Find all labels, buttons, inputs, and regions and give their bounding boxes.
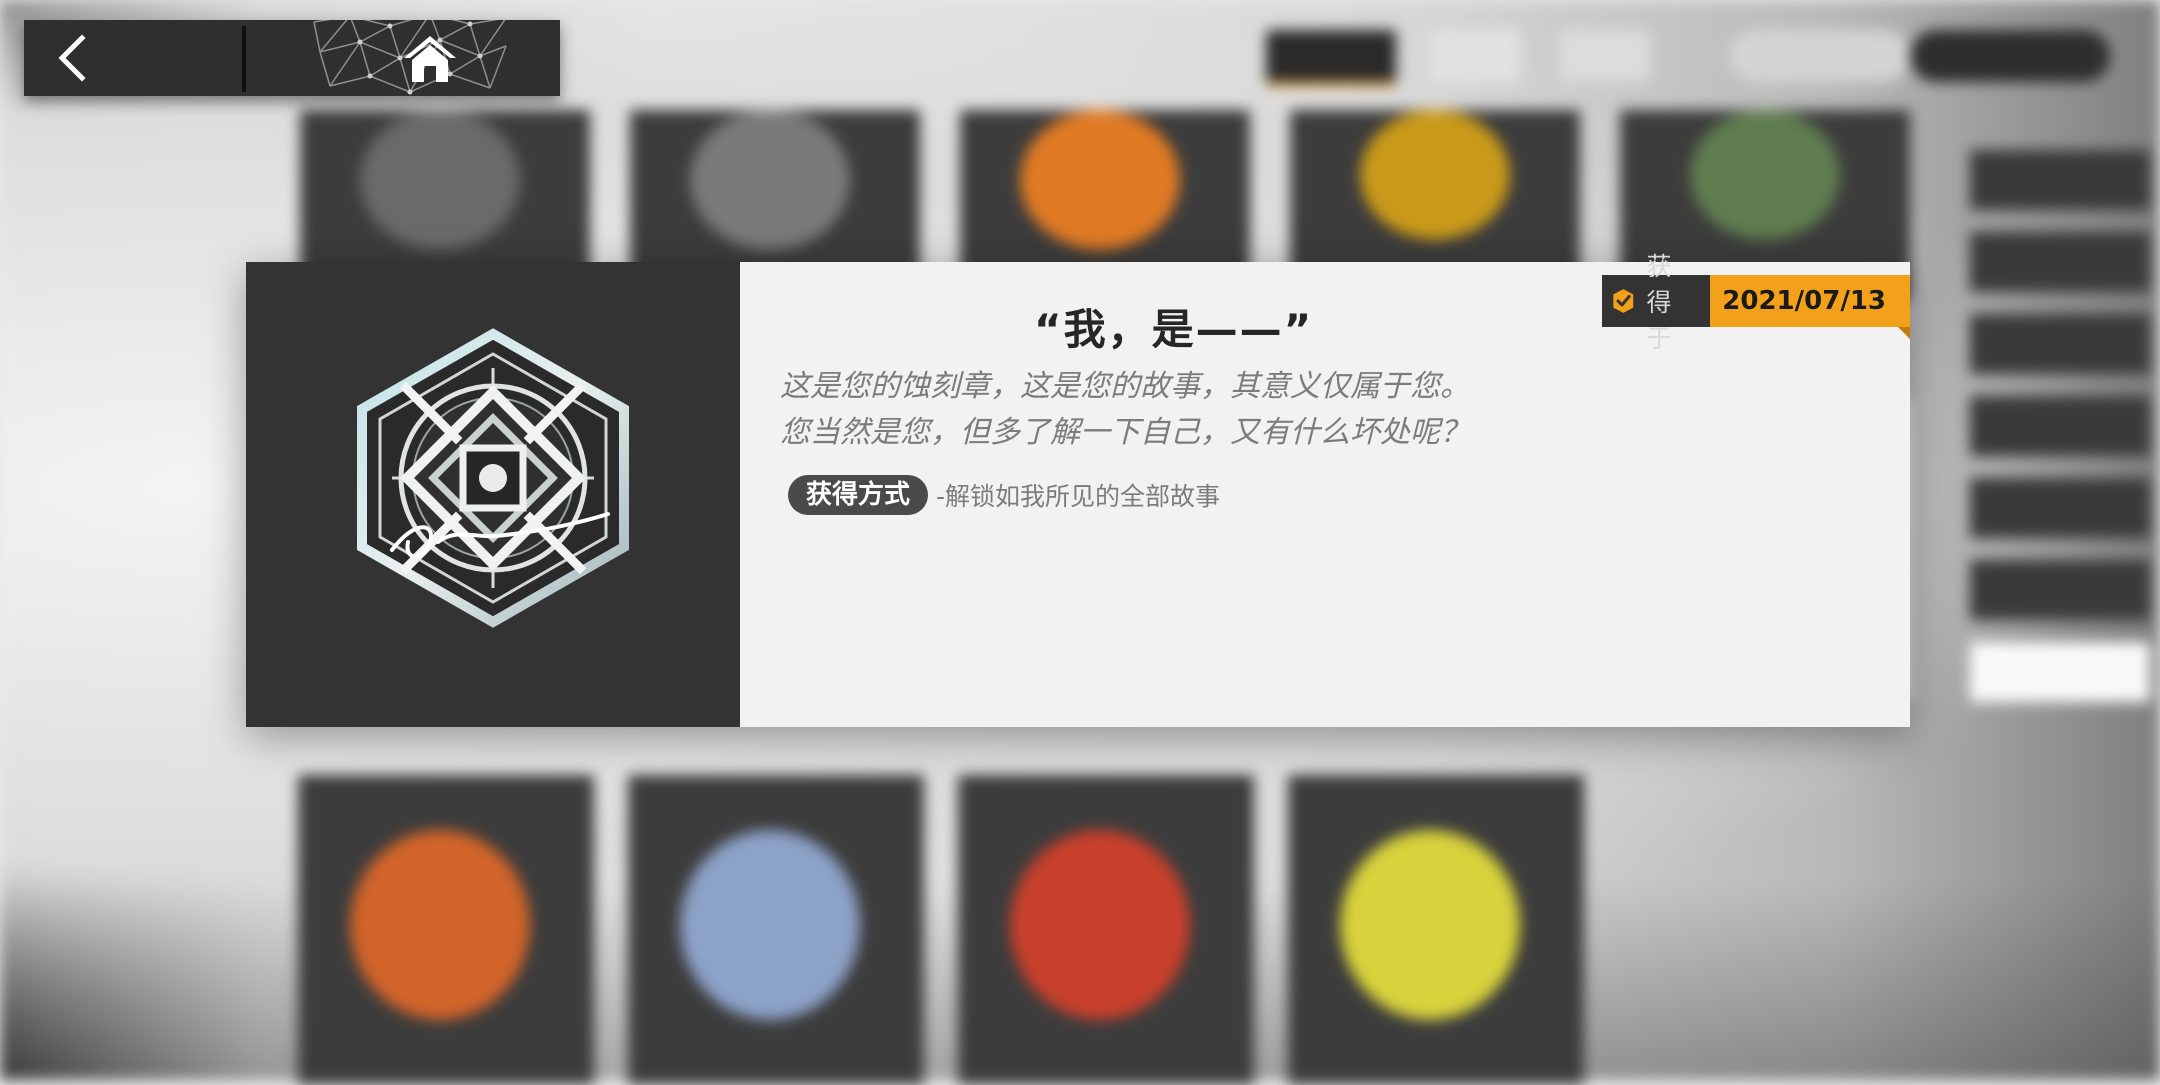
bg-emblem-11 (1340, 830, 1520, 1020)
obtain-method-text: -解锁如我所见的全部故事 (936, 482, 1221, 511)
badge-detail-panel: “我，是——” 这是您的蚀刻章，这是您的故事，其意义仅属于您。 您当然是您，但多… (246, 252, 1910, 727)
bg-filter-1 (1970, 150, 2150, 210)
bg-filter-3 (1970, 314, 2150, 374)
bg-emblem-10 (1010, 830, 1190, 1020)
bg-sort (1910, 30, 2110, 82)
home-button[interactable] (264, 20, 560, 96)
badge-description-line: 这是您的蚀刻章，这是您的故事，其意义仅属于您。 (780, 369, 1470, 404)
obtain-method-row: 获得方式 -解锁如我所见的全部故事 (788, 474, 1220, 516)
bg-emblem-9 (680, 830, 860, 1020)
bg-tab-3 (1560, 30, 1650, 82)
acquired-label: 获得于 (1646, 252, 1672, 353)
acquired-date: 2021/07/13 (1710, 275, 1910, 327)
bg-filter-4 (1970, 396, 2150, 456)
home-icon (404, 36, 456, 82)
bg-emblem-1 (360, 110, 520, 250)
bg-emblem-3 (1020, 110, 1180, 250)
bg-filter-5 (1970, 478, 2150, 538)
top-navigation-bar (24, 20, 560, 96)
bg-emblem-8 (350, 830, 530, 1020)
acquired-label-box: 获得于 (1602, 252, 1711, 353)
tag-fold (1898, 327, 1910, 339)
bg-tab-1 (1266, 30, 1396, 86)
bg-emblem-2 (690, 110, 850, 250)
bg-filter-6 (1970, 560, 2150, 620)
bg-filter-7 (1970, 642, 2150, 702)
bg-emblem-5 (1690, 110, 1840, 240)
badge-title: “我，是——” (1034, 305, 1314, 354)
check-shield-icon (1613, 289, 1634, 313)
chevron-left-icon (58, 34, 86, 82)
bg-tab-2 (1430, 30, 1520, 82)
acquired-date-tag: 获得于 2021/07/13 (1602, 252, 1910, 353)
obtain-method-label: 获得方式 (788, 475, 929, 515)
top-divider (242, 26, 246, 92)
etched-medal-icon (357, 328, 629, 628)
bg-emblem-4 (1360, 110, 1510, 240)
bg-filter-2 (1970, 232, 2150, 292)
badge-description: 这是您的蚀刻章，这是您的故事，其意义仅属于您。 您当然是您，但多了解一下自己，又… (780, 364, 1540, 456)
badge-description-line: 您当然是您，但多了解一下自己，又有什么坏处呢？ (780, 415, 1470, 450)
back-button[interactable] (24, 20, 244, 96)
badge-image-panel (246, 262, 740, 727)
bg-search (1730, 30, 1910, 82)
